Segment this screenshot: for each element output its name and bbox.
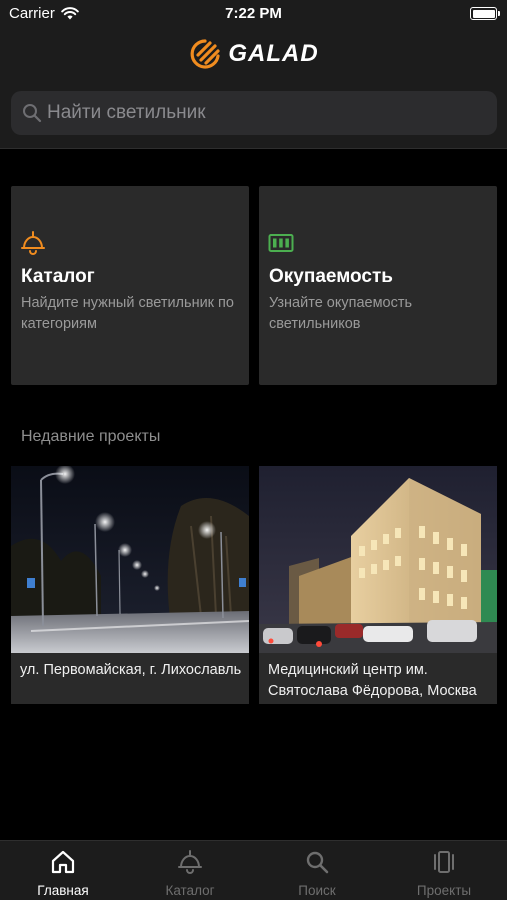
screen: Carrier 7:22 PM GALAD Найти светильник К…: [0, 0, 507, 900]
payback-card[interactable]: Окупаемость Узнайте окупаемость светильн…: [259, 186, 497, 385]
status-bar: Carrier 7:22 PM: [0, 0, 507, 28]
project-card-likhoslavl[interactable]: ул. Первомайская, г. Лихославль: [11, 466, 249, 704]
home-icon: [51, 850, 75, 874]
status-time: 7:22 PM: [225, 5, 282, 22]
search-placeholder: Найти светильник: [47, 102, 206, 123]
lamp-icon: [21, 231, 45, 255]
project-card-fedorov[interactable]: Медицинский центр им. Святослава Фёдоров…: [259, 466, 497, 704]
lamp-icon: [178, 850, 202, 874]
tab-home-label: Главная: [37, 883, 89, 898]
catalog-card-title: Каталог: [21, 266, 95, 287]
night-street-photo: [11, 466, 249, 653]
tab-catalog[interactable]: Каталог: [127, 841, 253, 900]
illuminated-building-photo: [259, 466, 497, 653]
projects-icon: [434, 851, 454, 873]
search-icon: [23, 104, 42, 123]
tab-catalog-label: Каталог: [165, 883, 215, 898]
tab-projects[interactable]: Проекты: [381, 841, 507, 900]
galad-logo-icon: [190, 39, 220, 69]
logo-text: GALAD: [228, 40, 319, 67]
project-title-fedorov: Медицинский центр им. Святослава Фёдоров…: [268, 662, 477, 699]
catalog-card-description: Найдите нужный светильник по категориям: [21, 295, 234, 332]
tab-projects-label: Проекты: [416, 883, 472, 898]
catalog-card[interactable]: Каталог Найдите нужный светильник по кат…: [11, 186, 249, 385]
battery-icon: [470, 7, 500, 20]
project-title-likhoslavl: ул. Первомайская, г. Лихославль: [20, 662, 242, 678]
tab-home[interactable]: Главная: [0, 841, 126, 900]
battery-charge-icon: [268, 234, 294, 252]
recent-projects-title: Недавние проекты: [21, 428, 161, 445]
search-icon: [306, 851, 329, 874]
header: GALAD Найти светильник: [0, 28, 507, 149]
payback-card-title: Окупаемость: [269, 266, 393, 287]
tab-search[interactable]: Поиск: [254, 841, 380, 900]
tab-bar: Главная Каталог Поиск Проекты: [0, 840, 507, 900]
app-logo: GALAD: [0, 37, 507, 71]
search-input[interactable]: Найти светильник: [11, 91, 497, 135]
tab-search-label: Поиск: [298, 883, 336, 898]
payback-card-description: Узнайте окупаемость светильников: [269, 295, 413, 332]
